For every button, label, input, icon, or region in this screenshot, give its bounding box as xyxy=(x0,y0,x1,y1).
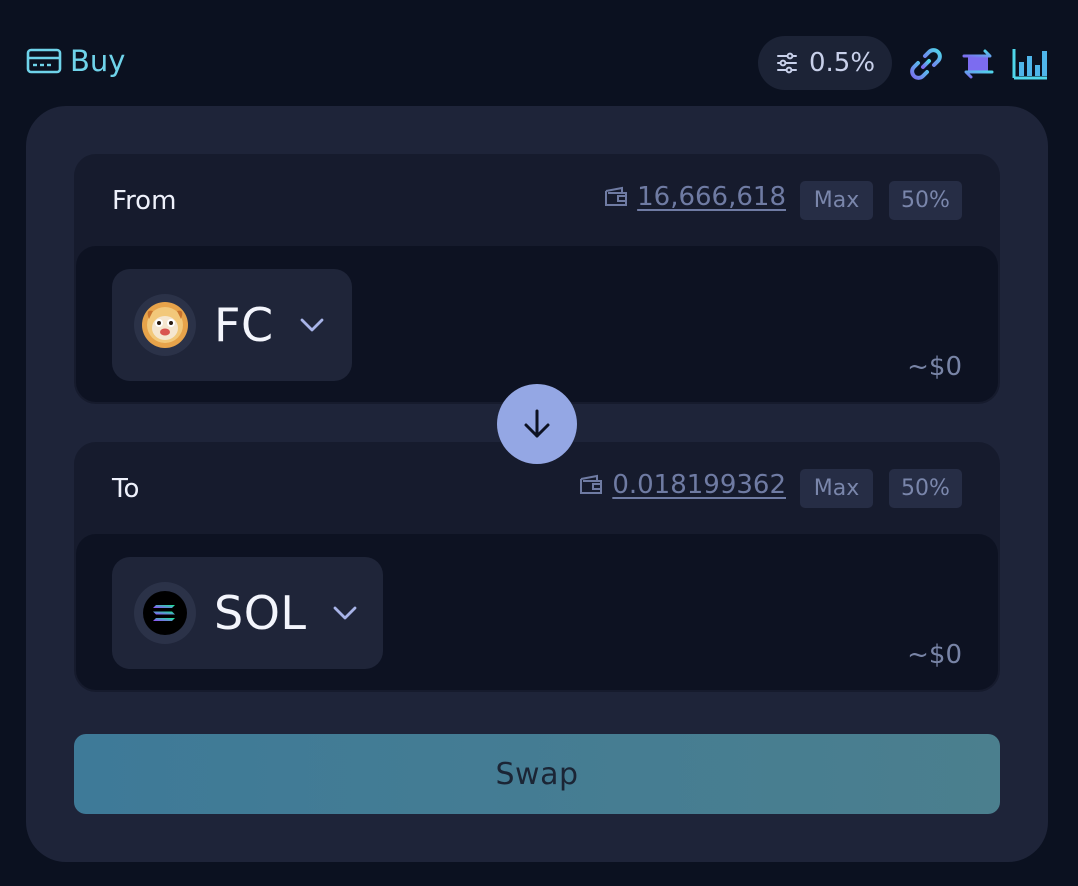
from-balance-value: 16,666,618 xyxy=(637,182,786,212)
to-panel: To 0.018199362 Max 50% SOL ~$0 xyxy=(74,442,1000,692)
to-input-area[interactable]: SOL ~$0 xyxy=(76,534,998,690)
from-panel: From 16,666,618 Max 50% FC ~$0 xyxy=(74,154,1000,404)
to-label: To xyxy=(112,474,140,504)
from-balance[interactable]: 16,666,618 xyxy=(603,182,786,212)
to-usd-value: ~$0 xyxy=(907,640,962,670)
from-usd-value: ~$0 xyxy=(907,352,962,382)
from-input-area[interactable]: FC ~$0 xyxy=(76,246,998,402)
from-token-selector[interactable]: FC xyxy=(112,269,352,381)
link-icon[interactable] xyxy=(908,46,944,82)
top-bar: Buy 0.5% xyxy=(0,0,1078,106)
slippage-value: 0.5% xyxy=(808,48,876,78)
sol-token-logo xyxy=(134,582,196,644)
settings-sliders-icon xyxy=(776,52,797,74)
buy-button[interactable]: Buy xyxy=(26,44,125,78)
to-token-symbol: SOL xyxy=(214,586,307,640)
from-half-button[interactable]: 50% xyxy=(889,181,962,220)
wallet-icon xyxy=(605,186,628,206)
chevron-down-icon xyxy=(300,318,323,332)
to-token-selector[interactable]: SOL xyxy=(112,557,383,669)
to-max-button[interactable]: Max xyxy=(800,469,873,508)
from-label: From xyxy=(112,186,177,216)
swap-button[interactable]: Swap xyxy=(74,734,1000,814)
to-balance[interactable]: 0.018199362 xyxy=(578,470,786,500)
switch-direction-button[interactable] xyxy=(497,384,577,464)
arrow-down-icon xyxy=(524,409,550,438)
chart-bar-icon[interactable] xyxy=(1012,46,1048,82)
slippage-button[interactable]: 0.5% xyxy=(758,36,892,90)
to-half-button[interactable]: 50% xyxy=(889,469,962,508)
from-token-symbol: FC xyxy=(214,298,274,352)
card-icon xyxy=(26,48,62,74)
swap-arrows-icon[interactable] xyxy=(960,46,996,82)
to-balance-value: 0.018199362 xyxy=(612,470,786,500)
wallet-icon xyxy=(580,474,603,494)
fc-token-logo xyxy=(134,294,196,356)
chevron-down-icon xyxy=(333,606,356,620)
from-max-button[interactable]: Max xyxy=(800,181,873,220)
buy-label: Buy xyxy=(70,44,126,78)
swap-card: From 16,666,618 Max 50% FC ~$0 To 0.0181… xyxy=(26,106,1048,862)
